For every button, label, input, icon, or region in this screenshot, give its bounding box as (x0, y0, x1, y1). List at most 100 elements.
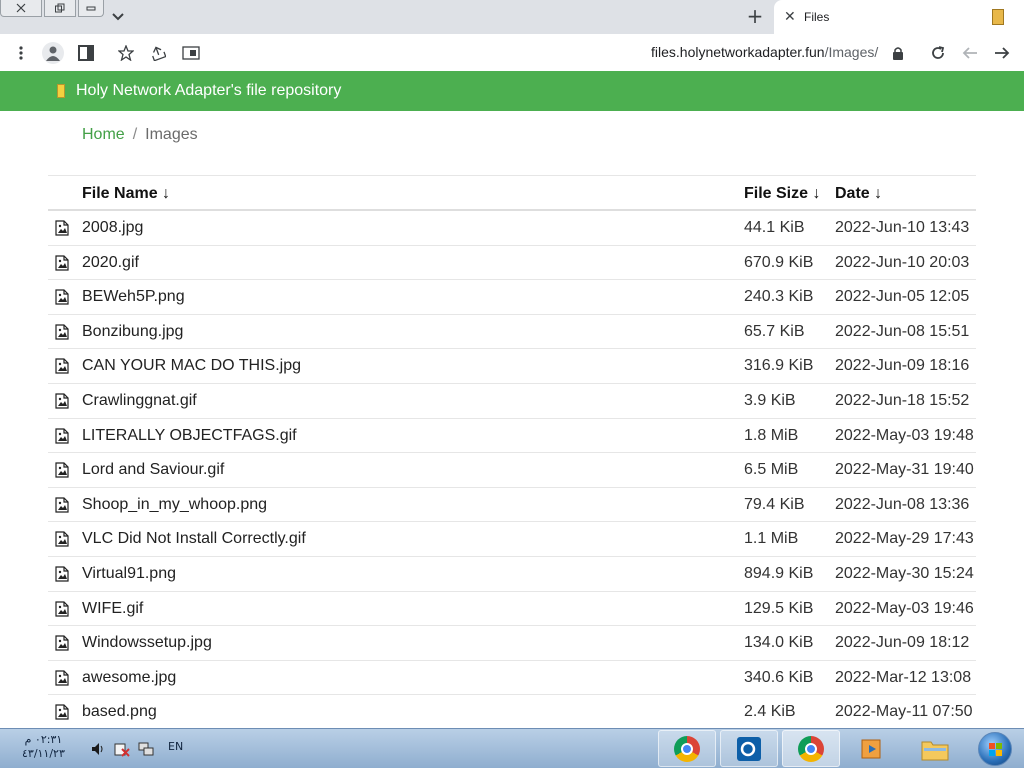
image-file-icon (55, 220, 69, 236)
table-row[interactable]: Windowssetup.jpg 134.0 KiB 2022-Jun-09 18:… (48, 626, 976, 661)
image-file-icon (55, 427, 69, 444)
language-indicator[interactable]: EN (168, 740, 183, 753)
file-size: 3.9 KiB (744, 391, 796, 409)
file-name-link[interactable]: LITERALLY OBJECTFAGS.gif (82, 427, 297, 445)
table-row[interactable]: Crawlinggnat.gif 3.9 KiB 2022-Jun-18 15:52 (48, 384, 976, 419)
site-info-button[interactable] (887, 42, 909, 64)
file-name-link[interactable]: 2020.gif (82, 254, 139, 272)
file-name-link[interactable]: WIFE.gif (82, 600, 143, 618)
table-row[interactable]: based.png 2.4 KiB 2022-May-11 07:50 (48, 695, 976, 730)
forward-button[interactable] (991, 42, 1013, 64)
file-size: 65.7 KiB (744, 322, 805, 340)
table-row[interactable]: Shoop_in_my_whoop.png 79.4 KiB 2022-Jun-08… (48, 488, 976, 523)
file-size: 1.1 MiB (744, 530, 799, 548)
file-name-link[interactable]: Lord and Saviour.gif (82, 461, 224, 479)
table-row[interactable]: LITERALLY OBJECTFAGS.gif 1.8 MiB 2022-May-… (48, 419, 976, 454)
back-button[interactable] (959, 42, 981, 64)
file-date: 2022-May-29 17:43 (835, 530, 974, 548)
file-date: 2022-Jun-18 15:52 (835, 391, 970, 409)
file-date: 2022-Jun-08 13:36 (835, 495, 970, 513)
folder-logo-icon (57, 84, 65, 98)
taskbar-outlook[interactable] (720, 730, 778, 767)
table-row[interactable]: awesome.jpg 340.6 KiB 2022-Mar-12 13:08 (48, 661, 976, 696)
window-controls (0, 0, 106, 17)
image-file-icon (55, 497, 69, 513)
file-table-header: File Name ↓ File Size ↓ Date ↓ (48, 175, 976, 211)
table-row[interactable]: 2020.gif 670.9 KiB 2022-Jun-10 20:03 (48, 246, 976, 281)
start-button[interactable] (978, 732, 1012, 766)
file-date: 2022-Jun-05 12:05 (835, 288, 970, 306)
file-name-link[interactable]: awesome.jpg (82, 669, 176, 687)
table-row[interactable]: VLC Did Not Install Correctly.gif 1.1 MiB… (48, 522, 976, 557)
table-row[interactable]: WIFE.gif 129.5 KiB 2022-May-03 19:46 (48, 592, 976, 627)
reload-button[interactable] (927, 42, 949, 64)
side-panel-button[interactable] (75, 42, 97, 64)
profile-icon (46, 46, 60, 61)
file-size: 79.4 KiB (744, 495, 805, 513)
file-date: 2022-Jun-09 18:12 (835, 634, 970, 652)
share-button[interactable] (147, 42, 169, 64)
tab-files[interactable]: ✕ Files (774, 0, 1024, 34)
windows-taskbar: ٠٢:٣١ م ٤٣/١١/٢٣ EN (0, 728, 1024, 768)
action-center-icon[interactable] (114, 741, 130, 757)
file-size: 1.8 MiB (744, 426, 799, 444)
table-row[interactable]: BEWeh5P.png 240.3 KiB 2022-Jun-05 12:05 (48, 280, 976, 315)
file-name-link[interactable]: Crawlinggnat.gif (82, 392, 197, 410)
clock-time: ٠٢:٣١ م (24, 733, 63, 746)
taskbar-media-player[interactable] (844, 730, 902, 767)
address-bar[interactable]: files.holynetworkadapter.fun/Images/ (651, 44, 878, 60)
file-name-link[interactable]: Windowssetup.jpg (82, 634, 212, 652)
taskbar-chrome-1[interactable] (658, 730, 716, 767)
table-row[interactable]: Virtual91.png 894.9 KiB 2022-May-30 15:24 (48, 557, 976, 592)
image-file-icon (55, 531, 69, 547)
back-icon (962, 47, 977, 59)
file-size: 316.9 KiB (744, 357, 814, 375)
restore-window-button[interactable] (44, 0, 76, 17)
folder-favicon-icon (992, 9, 1004, 25)
system-clock[interactable]: ٠٢:٣١ م ٤٣/١١/٢٣ (22, 733, 65, 761)
close-window-button[interactable] (0, 0, 42, 17)
cast-button[interactable] (180, 42, 202, 64)
file-name-link[interactable]: Shoop_in_my_whoop.png (82, 496, 267, 514)
volume-icon[interactable] (90, 741, 106, 757)
minimize-icon (86, 6, 96, 11)
file-date: 2022-May-30 15:24 (835, 564, 974, 582)
sort-by-date-header[interactable]: Date ↓ (835, 185, 882, 203)
tab-close-icon[interactable]: ✕ (784, 9, 796, 25)
file-name-link[interactable]: Bonzibung.jpg (82, 323, 183, 341)
image-file-icon (55, 324, 69, 340)
table-row[interactable]: Lord and Saviour.gif 6.5 MiB 2022-May-31 1… (48, 453, 976, 488)
table-row[interactable]: CAN YOUR MAC DO THIS.jpg 316.9 KiB 2022-Ju… (48, 349, 976, 384)
file-date: 2022-Jun-10 20:03 (835, 253, 970, 271)
folder-icon (921, 741, 949, 760)
url-path: /Images/ (824, 44, 879, 60)
tab-search-button[interactable] (108, 7, 128, 27)
file-name-link[interactable]: VLC Did Not Install Correctly.gif (82, 530, 306, 548)
sort-by-size-header[interactable]: File Size ↓ (744, 185, 820, 203)
taskbar-chrome-2[interactable] (782, 730, 840, 767)
file-name-link[interactable]: 2008.jpg (82, 219, 143, 237)
menu-button[interactable] (10, 42, 32, 64)
file-name-link[interactable]: Virtual91.png (82, 565, 176, 583)
file-name-link[interactable]: based.png (82, 703, 157, 721)
file-date: 2022-May-31 19:40 (835, 461, 974, 479)
table-row[interactable]: 2008.jpg 44.1 KiB 2022-Jun-10 13:43 (48, 211, 976, 246)
tab-title: Files (804, 10, 830, 24)
sort-by-name-header[interactable]: File Name ↓ (82, 185, 170, 203)
network-icon[interactable] (138, 741, 154, 757)
file-name-link[interactable]: BEWeh5P.png (82, 288, 185, 306)
minimize-window-button[interactable] (78, 0, 104, 17)
table-row[interactable]: Bonzibung.jpg 65.7 KiB 2022-Jun-08 15:51 (48, 315, 976, 350)
profile-button[interactable] (42, 42, 64, 64)
file-name-link[interactable]: CAN YOUR MAC DO THIS.jpg (82, 357, 301, 375)
site-title[interactable]: Holy Network Adapter's file repository (76, 82, 341, 100)
bookmark-button[interactable] (115, 42, 137, 64)
plus-icon: + (746, 4, 764, 28)
breadcrumb-home-link[interactable]: Home (82, 126, 125, 143)
image-file-icon (55, 635, 69, 651)
windows-logo-icon (989, 743, 1002, 756)
lock-icon (893, 47, 903, 60)
new-tab-button[interactable]: + (744, 5, 766, 27)
file-size: 44.1 KiB (744, 219, 805, 236)
taskbar-explorer[interactable] (906, 730, 964, 767)
